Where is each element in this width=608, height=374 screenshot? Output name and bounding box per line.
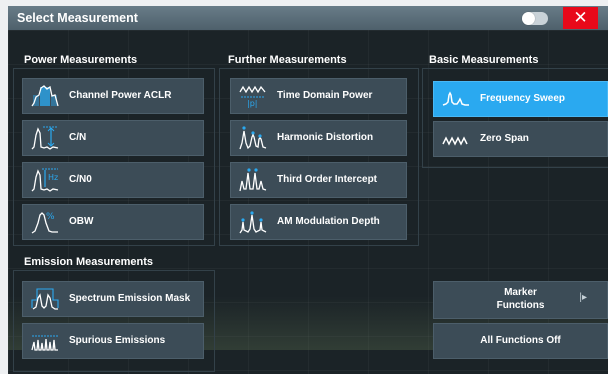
- cn0-button[interactable]: Hz C/N0: [22, 162, 204, 198]
- cn-button[interactable]: C/N: [22, 120, 204, 156]
- frequency-sweep-label: Frequency Sweep: [480, 93, 566, 104]
- harmonic-distortion-icon: [239, 125, 267, 151]
- spurious-emissions-icon: [31, 328, 59, 354]
- obw-icon: %: [31, 209, 59, 235]
- zero-span-icon: [442, 126, 470, 152]
- submenu-arrow-icon: |▸: [579, 292, 587, 303]
- carrier-noise-icon: [31, 125, 59, 151]
- channel-power-aclr-button[interactable]: Channel Power ACLR: [22, 78, 204, 114]
- spurious-emissions-button[interactable]: Spurious Emissions: [22, 323, 204, 359]
- zero-span-label: Zero Span: [480, 133, 529, 144]
- percent-icon-text: %: [46, 212, 55, 222]
- am-modulation-depth-label: AM Modulation Depth: [277, 216, 380, 227]
- zero-span-button[interactable]: Zero Span: [433, 121, 608, 157]
- select-measurement-dialog: Select Measurement ✕ Power Measurements …: [8, 6, 608, 374]
- all-functions-off-button[interactable]: All Functions Off: [433, 323, 608, 359]
- marker-functions-button[interactable]: Marker Functions |▸: [433, 281, 608, 319]
- dialog-title: Select Measurement: [17, 11, 138, 25]
- frequency-sweep-button[interactable]: Frequency Sweep: [433, 81, 608, 117]
- hz-icon-text: Hz: [48, 173, 58, 182]
- obw-label: OBW: [69, 216, 94, 227]
- all-functions-off-label: All Functions Off: [480, 335, 561, 346]
- title-bar: Select Measurement ✕: [8, 6, 608, 30]
- cn-label: C/N: [69, 132, 87, 143]
- cn0-label: C/N0: [69, 174, 92, 185]
- carrier-noise-hz-icon: Hz: [31, 167, 59, 193]
- p-icon-text: |p|: [247, 99, 257, 108]
- obw-button[interactable]: % OBW: [22, 204, 204, 240]
- third-order-intercept-button[interactable]: Third Order Intercept: [230, 162, 407, 198]
- spurious-emissions-label: Spurious Emissions: [69, 335, 166, 346]
- harmonic-distortion-button[interactable]: Harmonic Distortion: [230, 120, 407, 156]
- am-modulation-depth-button[interactable]: AM Modulation Depth: [230, 204, 407, 240]
- frequency-sweep-icon: [442, 86, 470, 112]
- toggle-knob: [522, 12, 535, 25]
- spectrum-emission-mask-icon: [31, 286, 59, 312]
- third-order-intercept-icon: [239, 167, 267, 193]
- time-domain-power-icon: |p|: [239, 83, 267, 109]
- close-button[interactable]: ✕: [563, 7, 598, 29]
- further-measurements-heading: Further Measurements: [228, 54, 347, 66]
- spectrum-emission-mask-label: Spectrum Emission Mask: [69, 293, 191, 304]
- transparency-toggle[interactable]: [522, 12, 548, 25]
- power-measurements-heading: Power Measurements: [24, 54, 138, 66]
- channel-power-aclr-icon: [31, 83, 59, 109]
- am-modulation-depth-icon: [239, 209, 267, 235]
- channel-power-aclr-label: Channel Power ACLR: [69, 90, 172, 101]
- spectrum-emission-mask-button[interactable]: Spectrum Emission Mask: [22, 281, 204, 317]
- third-order-intercept-label: Third Order Intercept: [277, 174, 378, 185]
- time-domain-power-button[interactable]: |p| Time Domain Power: [230, 78, 407, 114]
- emission-measurements-heading: Emission Measurements: [24, 256, 153, 268]
- time-domain-power-label: Time Domain Power: [277, 90, 373, 101]
- basic-measurements-heading: Basic Measurements: [429, 54, 539, 66]
- harmonic-distortion-label: Harmonic Distortion: [277, 132, 374, 143]
